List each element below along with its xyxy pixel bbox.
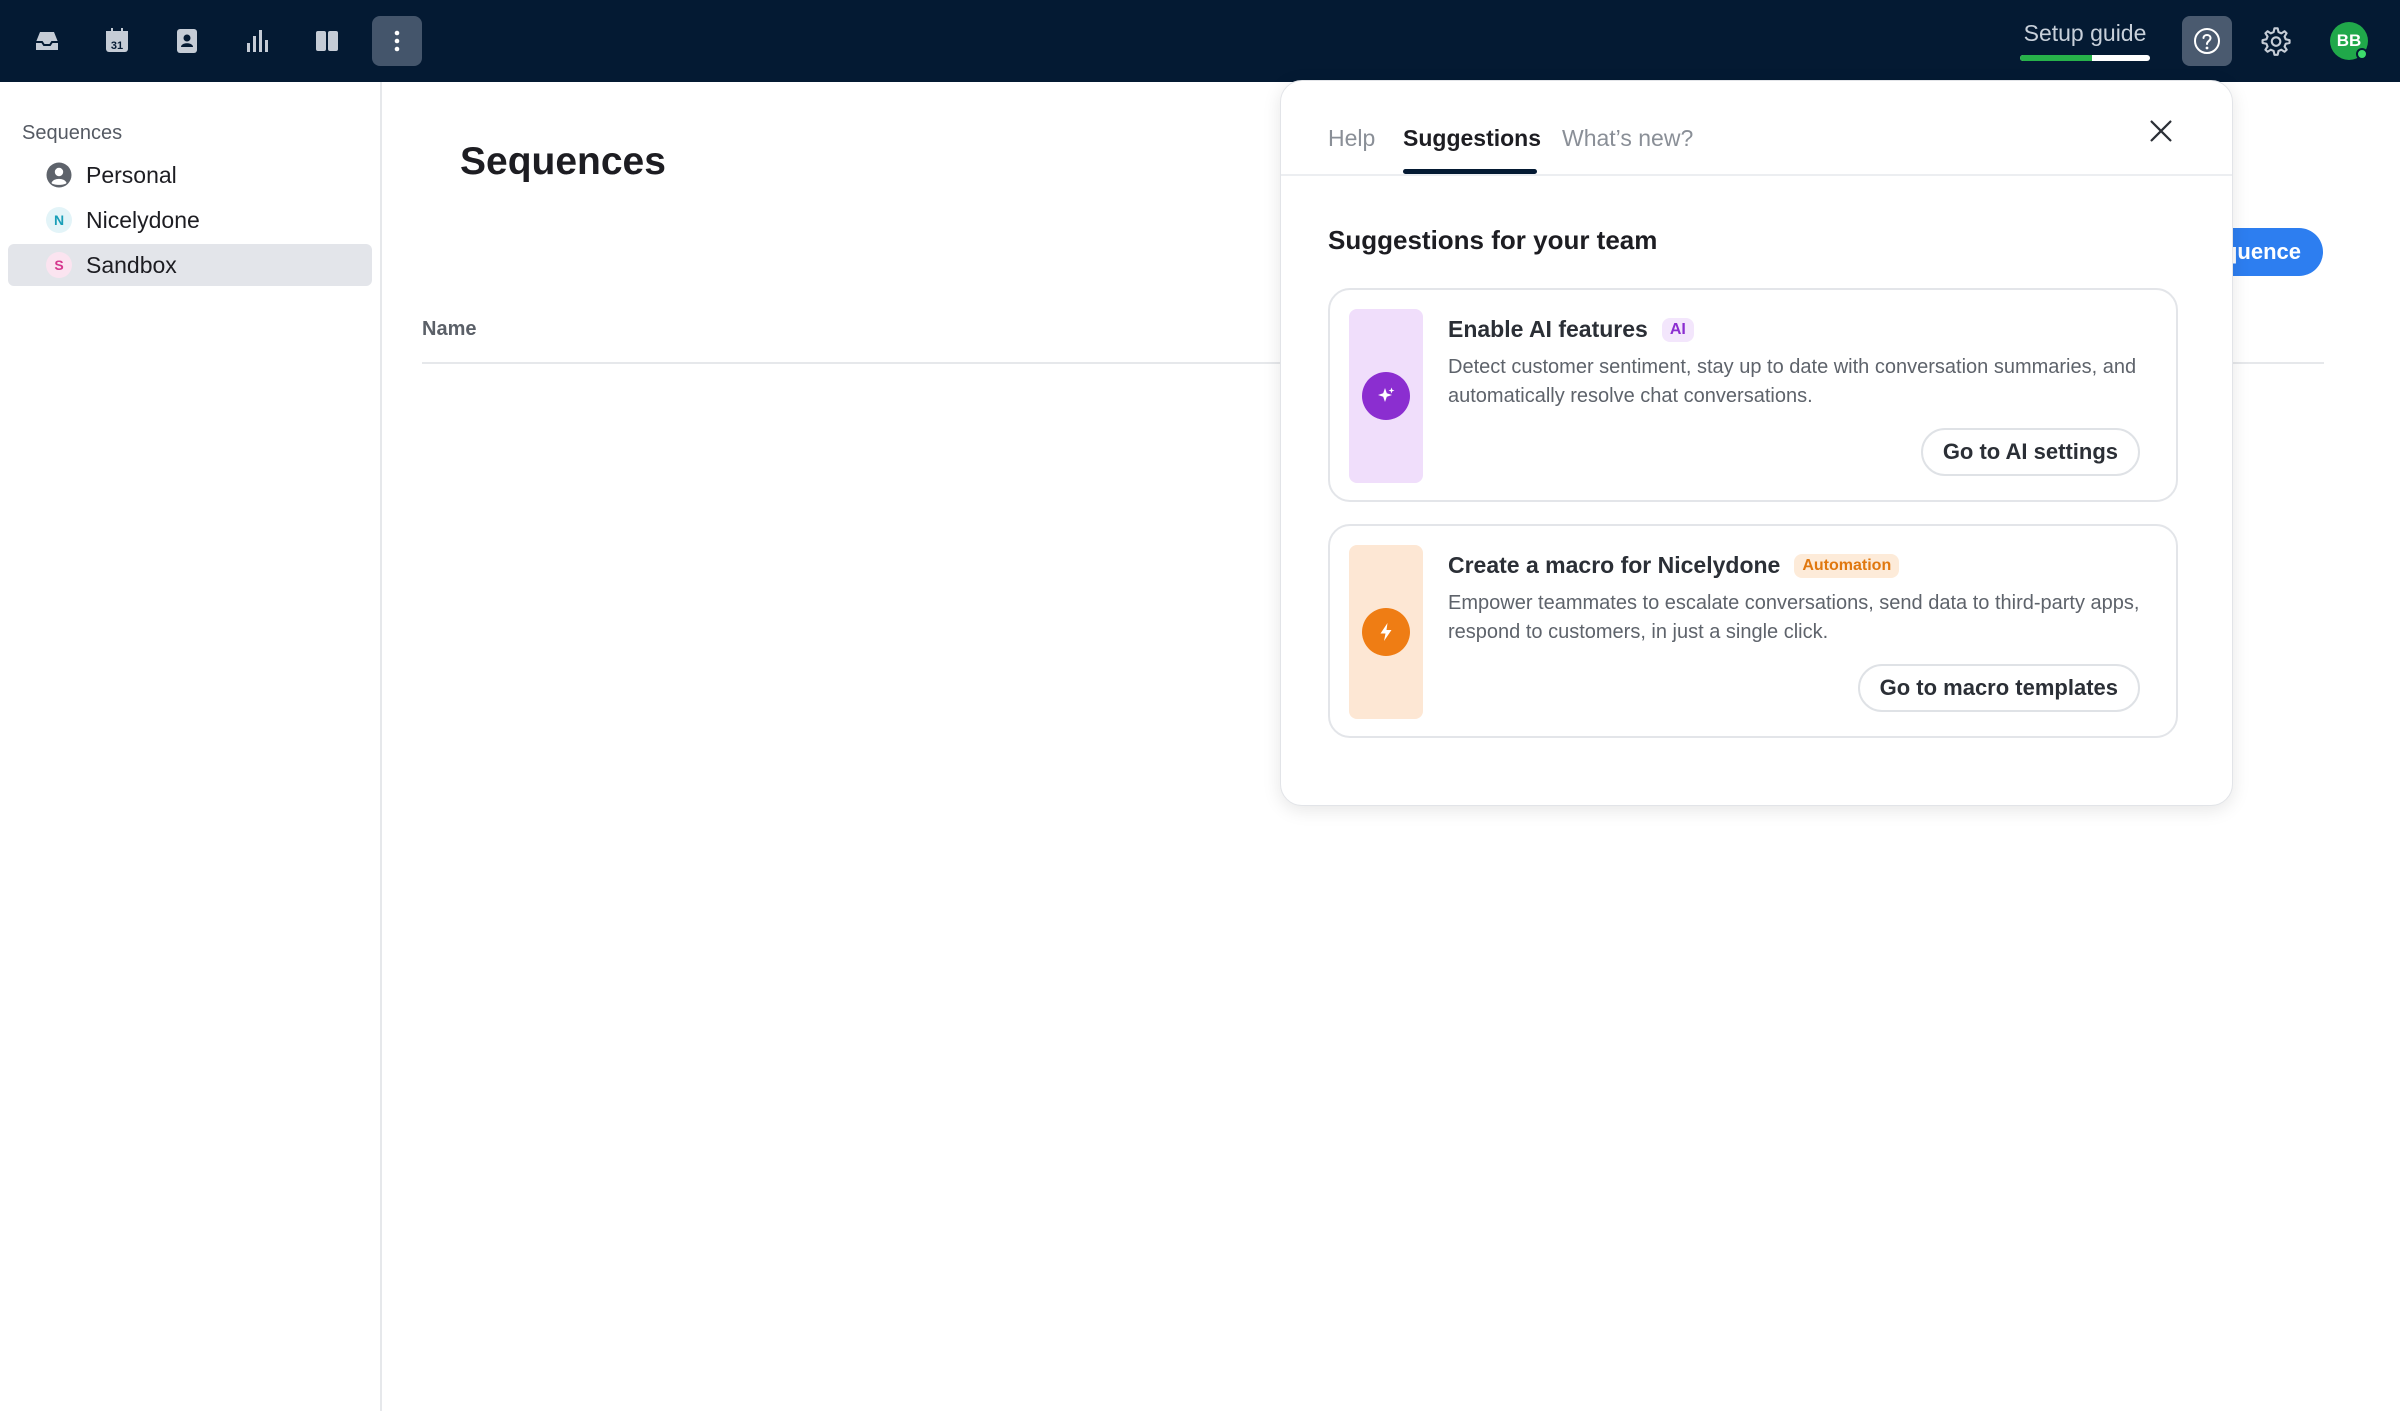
close-icon[interactable] xyxy=(2143,113,2179,149)
page-title: Sequences xyxy=(460,140,666,183)
card-title-row: Enable AI features AI xyxy=(1448,316,1694,343)
setup-guide-progress-fill xyxy=(2020,55,2092,61)
suggestion-card-ai: Enable AI features AI Detect customer se… xyxy=(1328,288,2178,502)
sidebar-item-nicelydone[interactable]: N Nicelydone xyxy=(8,199,372,241)
automation-badge: Automation xyxy=(1794,553,1900,578)
tab-help[interactable]: Help xyxy=(1328,125,1375,152)
card-title-row: Create a macro for Nicelydone Automation xyxy=(1448,552,1900,579)
card-description: Empower teammates to escalate conversati… xyxy=(1448,592,2140,643)
workspace-initial-icon: S xyxy=(46,252,72,278)
calendar-icon[interactable]: 31 xyxy=(92,16,142,66)
sidebar-item-sandbox[interactable]: S Sandbox xyxy=(8,244,372,286)
person-icon xyxy=(46,162,72,188)
card-title: Create a macro for Nicelydone xyxy=(1448,552,1781,578)
sidebar-item-label: Personal xyxy=(86,161,177,188)
sidebar-item-label: Sandbox xyxy=(86,251,177,278)
go-to-ai-settings-button[interactable]: Go to AI settings xyxy=(1920,428,2140,476)
lightning-icon xyxy=(1362,608,1410,656)
tabs-divider xyxy=(1281,174,2232,176)
new-sequence-button-label: quence xyxy=(2223,239,2301,264)
online-status-dot xyxy=(2356,48,2368,60)
column-header-name[interactable]: Name xyxy=(422,318,476,341)
card-accent-strip xyxy=(1349,309,1423,483)
workspace-initial-icon: N xyxy=(46,207,72,233)
sidebar-item-personal[interactable]: Personal xyxy=(8,154,372,196)
sparkle-icon xyxy=(1362,372,1410,420)
suggestion-card-macro: Create a macro for Nicelydone Automation… xyxy=(1328,524,2178,738)
question-icon xyxy=(2194,28,2220,54)
card-title: Enable AI features xyxy=(1448,316,1648,342)
setup-guide-label[interactable]: Setup guide xyxy=(2020,20,2150,47)
knowledge-base-icon[interactable] xyxy=(302,16,352,66)
go-to-macro-templates-button[interactable]: Go to macro templates xyxy=(1857,664,2140,712)
tab-whats-new[interactable]: What’s new? xyxy=(1562,125,1693,152)
help-panel: Help Suggestions What’s new? Suggestions… xyxy=(1280,80,2233,806)
setup-guide[interactable]: Setup guide xyxy=(2020,20,2150,61)
sidebar: Sequences Personal N Nicelydone S Sandbo… xyxy=(0,82,382,1411)
setup-guide-progress xyxy=(2020,55,2150,61)
tab-suggestions[interactable]: Suggestions xyxy=(1403,125,1541,152)
top-navigation-bar: 31 Setup guide BB xyxy=(0,0,2400,82)
reports-icon[interactable] xyxy=(232,16,282,66)
contacts-icon[interactable] xyxy=(162,16,212,66)
card-description: Detect customer sentiment, stay up to da… xyxy=(1448,356,2137,407)
card-accent-strip xyxy=(1349,545,1423,719)
help-button[interactable] xyxy=(2182,16,2232,66)
sidebar-item-label: Nicelydone xyxy=(86,206,200,233)
suggestions-heading: Suggestions for your team xyxy=(1328,225,1658,255)
gear-icon xyxy=(2261,27,2291,56)
inbox-icon[interactable] xyxy=(22,16,72,66)
ai-badge: AI xyxy=(1661,317,1694,342)
sidebar-heading: Sequences xyxy=(22,122,123,144)
more-icon[interactable] xyxy=(372,16,422,66)
settings-button[interactable] xyxy=(2250,16,2300,66)
svg-text:31: 31 xyxy=(111,40,123,52)
